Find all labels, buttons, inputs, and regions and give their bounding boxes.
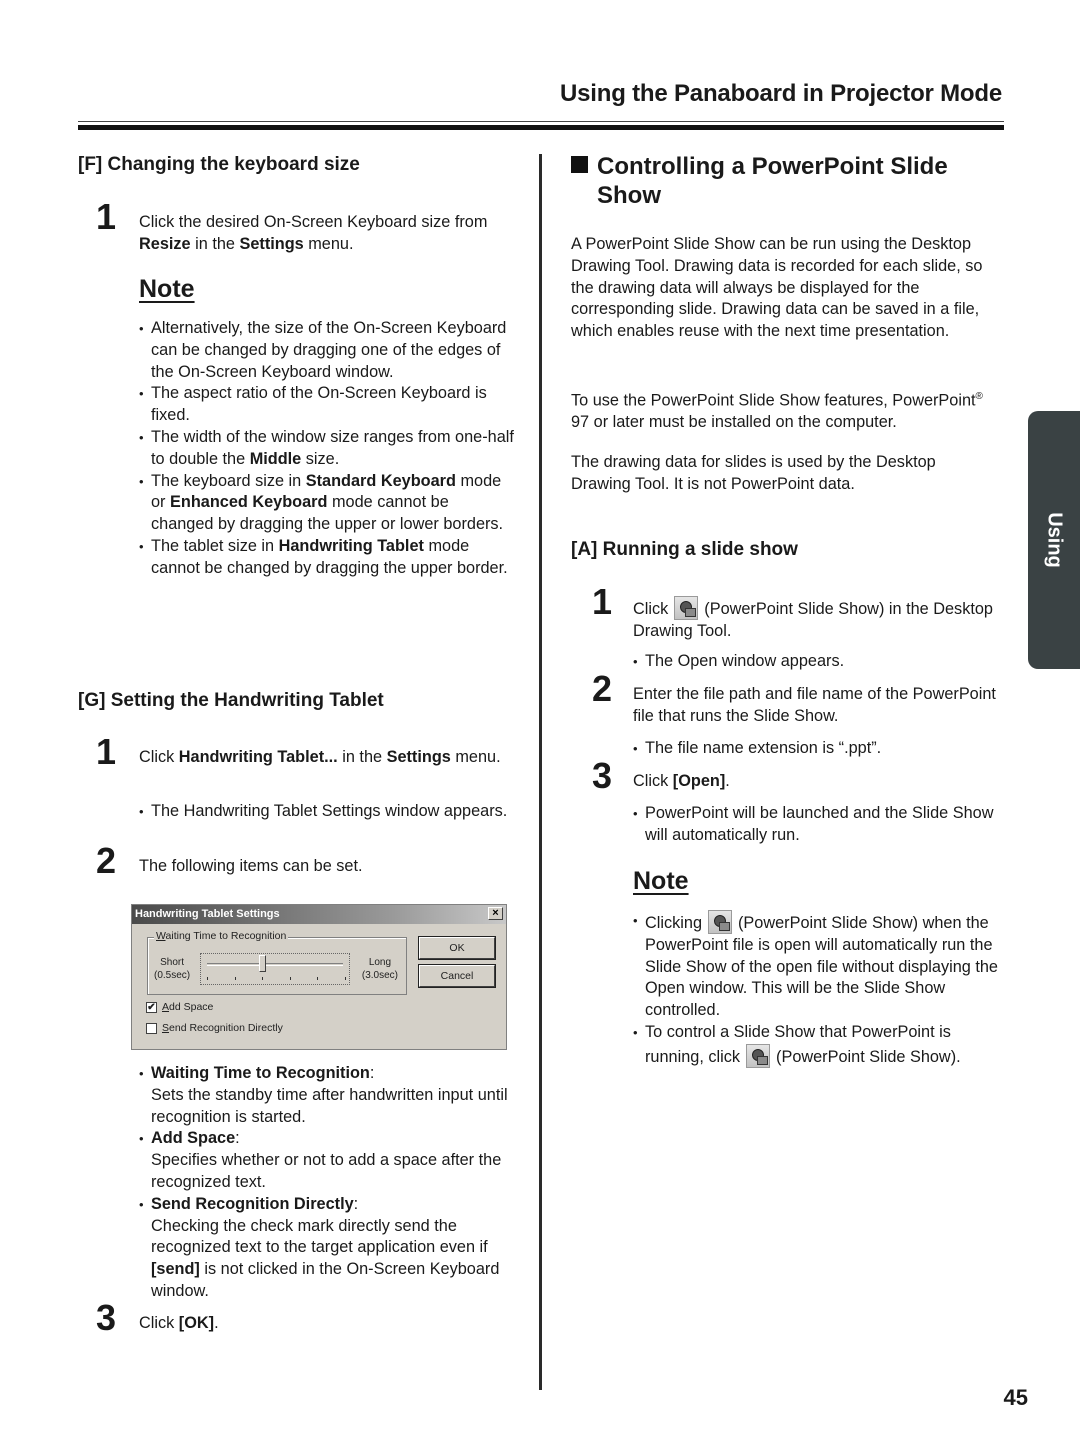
step-text: Click [Open]. (633, 772, 730, 790)
note-title: Note (139, 275, 195, 303)
slider-min-label: Short (0.5sec) (154, 957, 191, 981)
drawing-data-paragraph: The drawing data for slides is used by t… (571, 453, 936, 493)
slider-tick (262, 977, 264, 980)
waiting-time-label: Waiting Time to Recognition (154, 930, 289, 942)
square-bullet-icon (571, 156, 588, 173)
ok-button[interactable]: OK (418, 936, 496, 960)
section-title: Controlling a PowerPoint Slide Show (571, 152, 948, 210)
slider-tick (345, 977, 346, 980)
note-item: To control a Slide Show that PowerPoint … (633, 1022, 1005, 1069)
chapter-tab-label: Using (1043, 512, 1066, 568)
note-item: The width of the window size ranges from… (139, 427, 514, 471)
step-text: The following items can be set. (139, 857, 363, 875)
note-item: Alternatively, the size of the On-Screen… (139, 318, 514, 383)
step-bullet: PowerPoint will be launched and the Slid… (633, 803, 998, 847)
step-bullet-list: The Handwriting Tablet Settings window a… (139, 801, 509, 823)
settings-item: Send Recognition Directly:Checking the c… (139, 1194, 514, 1303)
step-bullet-list: PowerPoint will be launched and the Slid… (633, 803, 998, 847)
section-g-heading: [G] Setting the Handwriting Tablet (78, 690, 384, 711)
step-bullet: The file name extension is “.ppt”. (633, 738, 998, 760)
step-bullet-list: The file name extension is “.ppt”. (633, 738, 998, 760)
header-rule-thin (78, 121, 1004, 122)
step-number: 1 (96, 196, 117, 237)
note-item: The tablet size in Handwriting Tablet mo… (139, 536, 514, 580)
note-item: Clicking(PowerPoint Slide Show) when the… (633, 910, 1005, 1022)
header-rule-thick (78, 125, 1004, 130)
note-list: Clicking(PowerPoint Slide Show) when the… (633, 910, 1005, 1069)
dialog-title: Handwriting Tablet Settings (135, 908, 280, 920)
requirement-paragraph: To use the PowerPoint Slide Show feature… (571, 391, 983, 432)
slider-tick (234, 977, 236, 980)
settings-item: Add Space:Specifies whether or not to ad… (139, 1128, 514, 1193)
section-a-heading: [A] Running a slide show (571, 539, 798, 560)
step-bullet-list: The Open window appears. (633, 651, 998, 673)
powerpoint-slide-show-icon (708, 910, 733, 934)
step-text: Click (PowerPoint Slide Show) in the Desk… (633, 596, 998, 643)
intro-paragraph: A PowerPoint Slide Show can be run using… (571, 235, 983, 341)
step-text: Click [OK]. (139, 1314, 219, 1332)
checkbox-checked-icon[interactable]: ✔ (146, 1001, 157, 1013)
step-number: 2 (592, 668, 613, 709)
waiting-time-group: Waiting Time to Recognition Short (0.5sec… (147, 930, 407, 995)
slider-max-label: Long (3.0sec) (361, 957, 398, 981)
add-space-label: Add Space (162, 1001, 214, 1013)
step-number: 2 (96, 840, 117, 881)
powerpoint-slide-show-icon (746, 1043, 771, 1068)
page-header-title: Using the Panaboard in Projector Mode (560, 80, 1002, 107)
page-number: 45 (1003, 1385, 1028, 1410)
step-text: Click the desired On-Screen Keyboard siz… (139, 213, 488, 253)
step-bullet: The Handwriting Tablet Settings window a… (139, 801, 509, 823)
chapter-side-tab: Using (1028, 411, 1080, 669)
note-item: The aspect ratio of the On-Screen Keyboa… (139, 383, 514, 427)
column-divider (539, 154, 542, 1390)
send-recognition-label: Send Recognition Directly (162, 1022, 283, 1034)
note-item: The keyboard size in Standard Keyboard m… (139, 471, 514, 536)
settings-item-list: Waiting Time to Recognition:Sets the sta… (139, 1063, 514, 1303)
dialog-title-bar: Handwriting Tablet Settings × (132, 905, 506, 924)
note-list: Alternatively, the size of the On-Screen… (139, 318, 514, 580)
slider-thumb[interactable] (259, 955, 267, 972)
step-text: Click Handwriting Tablet... in the Setti… (139, 748, 501, 766)
step-bullet: The Open window appears. (633, 651, 998, 673)
note-title: Note (633, 867, 689, 895)
settings-item: Waiting Time to Recognition:Sets the sta… (139, 1063, 514, 1128)
slider-tick (289, 977, 291, 980)
step-number: 1 (592, 581, 613, 622)
checkbox-unchecked-icon[interactable] (146, 1022, 157, 1034)
add-space-checkbox[interactable]: ✔ Add Space (146, 1001, 213, 1013)
step-number: 3 (592, 755, 613, 796)
close-icon[interactable]: × (488, 907, 503, 920)
step-number: 1 (96, 731, 117, 772)
slider-track (207, 963, 343, 966)
step-text: Enter the file path and file name of the… (633, 685, 996, 725)
slider-tick (207, 977, 208, 980)
cancel-button[interactable]: Cancel (418, 964, 496, 988)
powerpoint-slide-show-icon (674, 596, 699, 620)
slider-tick (317, 977, 319, 980)
section-f-heading: [F] Changing the keyboard size (78, 154, 360, 175)
step-number: 3 (96, 1297, 117, 1338)
handwriting-tablet-settings-dialog: Handwriting Tablet Settings × Waiting Ti… (131, 904, 507, 1050)
waiting-time-slider[interactable] (200, 953, 350, 985)
send-recognition-directly-checkbox[interactable]: Send Recognition Directly (146, 1022, 283, 1034)
